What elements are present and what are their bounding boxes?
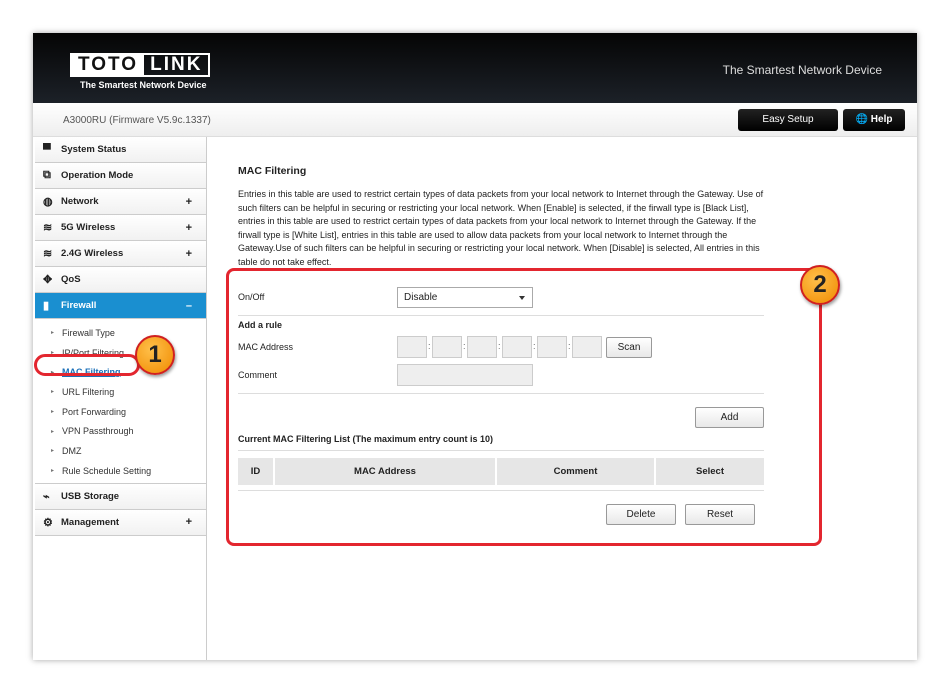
- submenu-item[interactable]: ▸ Firewall Type: [35, 323, 206, 343]
- submenu-label: Rule Schedule Setting: [62, 465, 152, 476]
- highlight-ring: [34, 354, 140, 376]
- sidebar-item[interactable]: ⚙ Management +: [35, 509, 206, 536]
- sidebar-item-label: Operation Mode: [61, 170, 134, 181]
- submenu-label: Firewall Type: [62, 327, 115, 338]
- totolink-logo: TOTO LINK The Smartest Network Device: [70, 53, 211, 90]
- sidebar-item-label: QoS: [61, 274, 81, 285]
- description: Entries in this table are used to restri…: [238, 189, 764, 267]
- sidebar-item-label: Management: [61, 516, 120, 528]
- expand-icon: +: [185, 516, 192, 528]
- windows-icon: ⧉: [43, 169, 51, 181]
- submenu-item[interactable]: ▸ Rule Schedule Setting: [35, 461, 206, 481]
- submenu-item[interactable]: ▸ URL Filtering: [35, 382, 206, 402]
- step-badge-2: 2: [800, 265, 840, 305]
- firewall-submenu: ▸ Firewall Type ▸ IP/Port Filtering ▸ MAC Fil…: [35, 319, 206, 483]
- bullet-icon: ▸: [51, 428, 55, 435]
- expand-icon: +: [185, 221, 192, 234]
- help-globe-icon: 🌐: [855, 114, 868, 125]
- header: TOTO LINK The Smartest Network Device The…: [33, 33, 917, 103]
- sidebar-item-label: Firewall: [61, 300, 97, 311]
- bullet-icon: ▸: [51, 389, 55, 396]
- submenu-label: URL Filtering: [62, 386, 115, 397]
- logo-text: LINK: [150, 54, 203, 75]
- shield-icon: ▮: [43, 300, 50, 312]
- globe-icon: ◍: [43, 196, 53, 208]
- sidebar-item[interactable]: ⧉ Operation Mode: [35, 163, 206, 189]
- sidebar-item[interactable]: ⌁ USB Storage: [35, 483, 206, 510]
- bullet-icon: ▸: [51, 330, 55, 337]
- bullet-icon: ▸: [51, 468, 55, 475]
- expand-icon: +: [185, 195, 192, 208]
- sidebar-item[interactable]: ▀ System Status: [35, 137, 206, 163]
- tagline: The Smartest Network Device: [722, 63, 882, 77]
- wifi-icon: ≋: [43, 248, 53, 260]
- submenu-item[interactable]: ▸ VPN Passthrough: [35, 421, 206, 441]
- logo-text: TOTO: [72, 55, 145, 75]
- chat-icon: ▀: [43, 143, 51, 156]
- sidebar-item[interactable]: ≋ 2.4G Wireless +: [35, 241, 206, 267]
- sidebar-item[interactable]: ✥ QoS: [35, 267, 206, 293]
- qos-icon: ✥: [43, 274, 53, 286]
- sidebar-item-label: Network: [61, 196, 99, 207]
- model-firmware: A3000RU (Firmware V5.9c.1337): [63, 115, 211, 126]
- bullet-icon: ▸: [51, 448, 55, 455]
- sidebar-item[interactable]: ≋ 5G Wireless +: [35, 215, 206, 241]
- gear-icon: ⚙: [43, 516, 53, 529]
- page-title: MAC Filtering: [238, 165, 307, 177]
- submenu-label: Port Forwarding: [62, 406, 127, 417]
- sidebar-item-label: System Status: [61, 144, 127, 155]
- logo-subtitle: The Smartest Network Device: [80, 80, 207, 90]
- submenu-label: DMZ: [62, 445, 82, 456]
- wifi-icon: ≋: [43, 222, 53, 234]
- step-badge-1: 1: [135, 335, 175, 375]
- expand-icon: –: [185, 299, 192, 312]
- sidebar: ▀ System Status ⧉ Operation Mode ◍ Network + ≋ 5…: [35, 137, 207, 660]
- submenu-item[interactable]: ▸ Port Forwarding: [35, 402, 206, 422]
- help-label: Help: [870, 114, 893, 125]
- sidebar-item[interactable]: ▮ Firewall –: [35, 293, 206, 319]
- subheader: A3000RU (Firmware V5.9c.1337) Easy Setup…: [33, 103, 917, 137]
- easy-setup-button[interactable]: Easy Setup: [738, 109, 838, 131]
- sidebar-item-label: 5G Wireless: [61, 222, 116, 233]
- bullet-icon: ▸: [51, 409, 55, 416]
- expand-icon: +: [185, 247, 192, 260]
- submenu-item[interactable]: ▸ DMZ: [35, 441, 206, 461]
- sidebar-item-label: USB Storage: [61, 490, 120, 502]
- sidebar-item-label: 2.4G Wireless: [61, 248, 124, 259]
- sidebar-item[interactable]: ◍ Network +: [35, 189, 206, 215]
- highlight-box: [226, 268, 822, 546]
- submenu-label: VPN Passthrough: [62, 426, 134, 437]
- help-button[interactable]: 🌐 Help: [843, 109, 905, 131]
- usb-icon: ⌁: [43, 490, 50, 503]
